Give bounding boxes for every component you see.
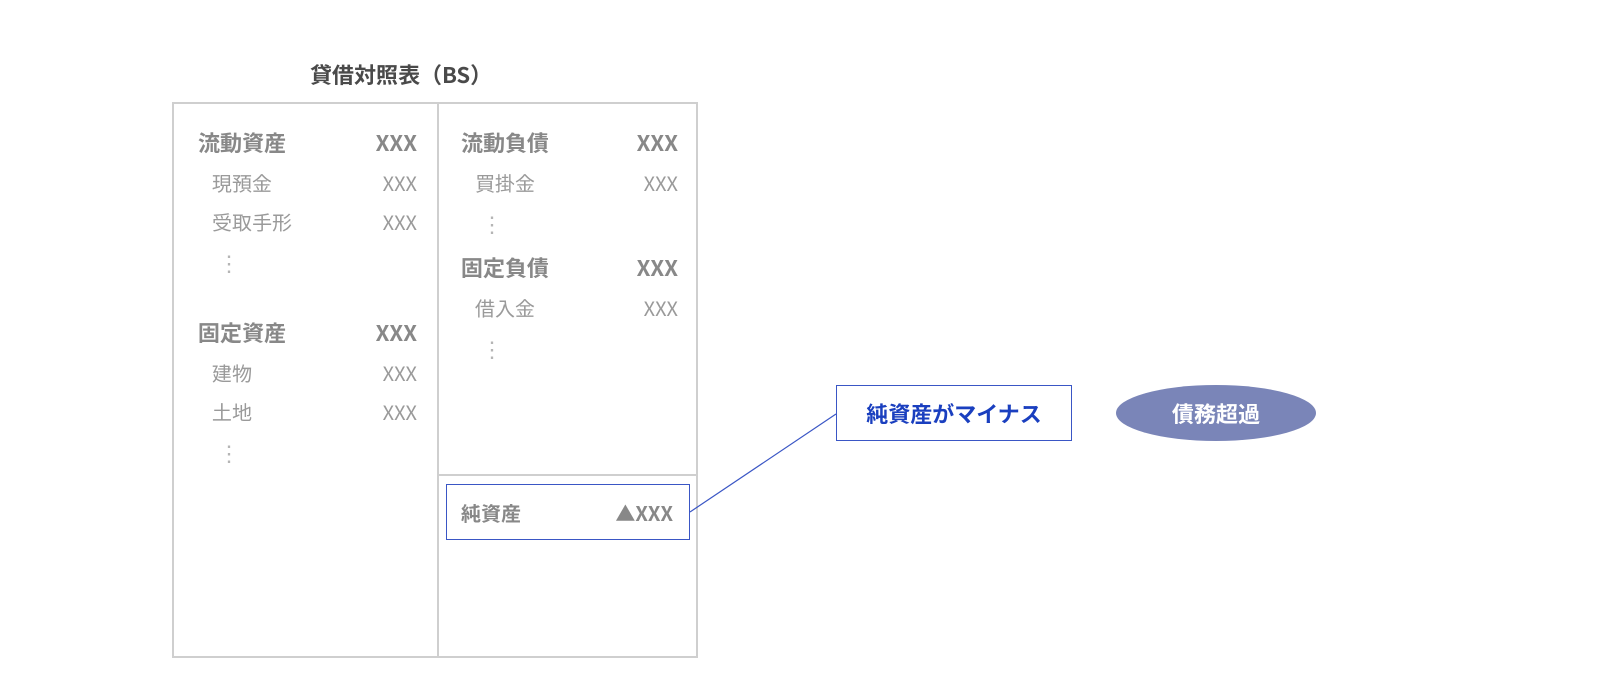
heading-value: XXX [637,251,678,283]
liabilities-column: 流動負債 XXX 買掛金 XXX ⋮ 固定負債 XXX 借入金 XXX ⋮ [437,104,698,376]
bs-title: 貸借対照表（BS） [310,58,492,90]
fixed-liabilities-heading: 固定負債 XXX [461,251,678,283]
net-assets-label: 純資産 [461,498,521,527]
asset-item: 土地 XXX [198,397,417,426]
heading-label: 固定負債 [461,251,549,283]
ellipsis-icon: ⋮ [461,207,678,239]
ellipsis-icon: ⋮ [198,436,417,468]
heading-value: XXX [376,126,417,158]
balance-sheet-box: 流動資産 XXX 現預金 XXX 受取手形 XXX ⋮ 固定資産 XXX 建物 … [172,102,698,658]
item-value: XXX [383,397,417,426]
callout-box: 純資産がマイナス [836,385,1072,441]
current-assets-heading: 流動資産 XXX [198,126,417,158]
item-value: XXX [644,293,678,322]
liability-item: 借入金 XXX [461,293,678,322]
fixed-assets-heading: 固定資産 XXX [198,316,417,348]
item-value: XXX [383,168,417,197]
current-liabilities-heading: 流動負債 XXX [461,126,678,158]
item-label: 買掛金 [475,168,535,197]
item-label: 建物 [212,358,252,387]
heading-label: 流動資産 [198,126,286,158]
item-label: 現預金 [212,168,272,197]
diagram-stage: 貸借対照表（BS） 流動資産 XXX 現預金 XXX 受取手形 XXX ⋮ 固定… [0,0,1600,692]
item-value: XXX [644,168,678,197]
status-oval: 債務超過 [1116,385,1316,441]
item-label: 受取手形 [212,207,292,236]
liability-item: 買掛金 XXX [461,168,678,197]
item-label: 借入金 [475,293,535,322]
callout-text: 純資産がマイナス [866,397,1042,429]
heading-label: 流動負債 [461,126,549,158]
heading-value: XXX [376,316,417,348]
asset-item: 受取手形 XXX [198,207,417,236]
ellipsis-icon: ⋮ [461,332,678,364]
asset-item: 現預金 XXX [198,168,417,197]
status-text: 債務超過 [1172,397,1260,429]
heading-value: XXX [637,126,678,158]
item-value: XXX [383,207,417,236]
ellipsis-icon: ⋮ [198,246,417,278]
heading-label: 固定資産 [198,316,286,348]
item-label: 土地 [212,397,252,426]
assets-column: 流動資産 XXX 現預金 XXX 受取手形 XXX ⋮ 固定資産 XXX 建物 … [174,104,437,480]
net-assets-divider [437,474,698,476]
item-value: XXX [383,358,417,387]
net-assets-box: 純資産 ▲XXX [446,484,690,540]
asset-item: 建物 XXX [198,358,417,387]
net-assets-value: ▲XXX [615,498,673,527]
